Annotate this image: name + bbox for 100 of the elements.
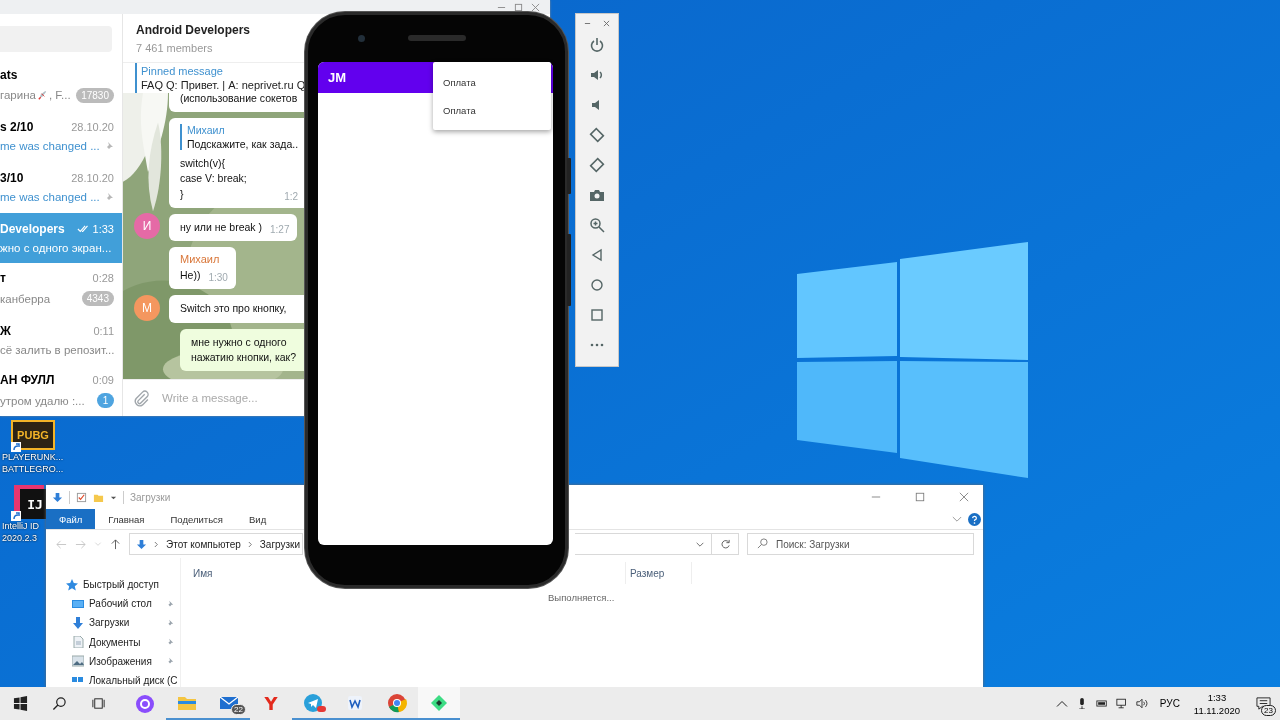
- nav-item[interactable]: Изображения: [89, 655, 161, 667]
- download-icon[interactable]: [52, 491, 63, 503]
- reply-text: Подскажите, как зада..: [187, 138, 299, 151]
- menu-item[interactable]: Оплата: [443, 76, 551, 88]
- ribbon-tab[interactable]: Вид: [236, 509, 280, 529]
- ribbon-tab[interactable]: Файл: [46, 509, 96, 529]
- chat-title: s 2/10: [0, 120, 35, 135]
- ribbon-tab[interactable]: Поделиться: [157, 509, 236, 529]
- notification-icon[interactable]: [1255, 696, 1271, 711]
- battery-icon[interactable]: [1095, 698, 1108, 709]
- desktop-icon: [72, 597, 84, 610]
- overview-icon[interactable]: [589, 307, 605, 323]
- language-indicator[interactable]: РУС: [1159, 698, 1180, 709]
- help-icon[interactable]: [968, 512, 981, 526]
- volume-up-icon[interactable]: [589, 67, 605, 83]
- chat-time: 28.10.20: [71, 172, 114, 185]
- chevron-down-icon[interactable]: [952, 515, 962, 523]
- up-arrow-icon[interactable]: [110, 538, 121, 550]
- image-icon: [72, 655, 84, 668]
- chat-preview: сё залить в репозит...: [0, 343, 115, 356]
- loading-text: Выполняется...: [548, 592, 615, 603]
- shortcut-arrow-icon: [11, 442, 21, 452]
- chevron-down-icon[interactable]: [695, 540, 705, 548]
- taskbar-app[interactable]: [418, 687, 460, 720]
- nav-item[interactable]: Загрузки: [89, 617, 161, 629]
- close-icon[interactable]: [603, 20, 610, 27]
- taskbar-app[interactable]: Y: [250, 687, 292, 720]
- chat-title: ats: [0, 67, 19, 82]
- camera-lens: [358, 35, 365, 42]
- chat-preview: me was changed ...: [0, 191, 100, 204]
- message-text: ну или не break ): [180, 219, 262, 235]
- power-icon[interactable]: [589, 37, 605, 53]
- message-text: мне нужно с одного нажатию кнопки, как?: [191, 334, 297, 365]
- nav-item[interactable]: Быстрый доступ: [83, 579, 180, 591]
- download-icon: [72, 616, 84, 629]
- nav-item[interactable]: Документы: [89, 636, 161, 648]
- chat-time: 0:09: [92, 374, 114, 386]
- breadcrumb[interactable]: Загрузки: [259, 538, 301, 550]
- address-field[interactable]: Этот компьютер Загрузки: [129, 533, 303, 555]
- chevron-up-icon[interactable]: [1055, 698, 1068, 709]
- chat-title: Developers: [0, 221, 66, 236]
- nav-item[interactable]: Рабочий стол: [89, 598, 161, 610]
- camera-icon[interactable]: [589, 187, 605, 203]
- rotate-left-icon[interactable]: [589, 127, 605, 143]
- rocket-icon: [36, 89, 48, 101]
- minimize-icon[interactable]: [584, 20, 591, 27]
- network-icon[interactable]: [1115, 698, 1128, 709]
- close-icon[interactable]: [959, 492, 969, 502]
- chat-time: 0:28: [92, 272, 114, 285]
- rotate-right-icon[interactable]: [589, 157, 605, 173]
- chat-title: 3/10: [0, 171, 25, 186]
- count-badge: 23: [1261, 705, 1276, 716]
- maximize-icon[interactable]: [915, 492, 925, 502]
- chevron-right-icon: [247, 540, 253, 548]
- volume-icon[interactable]: [1135, 698, 1148, 709]
- message-text: (использование сокетов: [180, 93, 298, 107]
- chat-list-item[interactable]: 3/10 28.10.20 me was changed ...: [0, 161, 122, 213]
- maximize-icon[interactable]: [514, 2, 523, 12]
- clock[interactable]: 1:33 11.11.2020: [1193, 691, 1240, 716]
- chevron-right-icon: [154, 540, 159, 548]
- windows-start-icon[interactable]: [13, 696, 28, 711]
- nav-item[interactable]: Локальный диск (С: [89, 674, 180, 686]
- breadcrumb[interactable]: Этот компьютер: [166, 538, 241, 550]
- chat-title: Android Developers: [136, 22, 252, 37]
- alice-icon: [135, 693, 155, 714]
- ribbon-tab[interactable]: Главная: [95, 509, 158, 529]
- star-icon: [66, 578, 78, 591]
- chat-list-item[interactable]: АН ФУЛЛ 0:09 утром удалю :... 1: [0, 365, 122, 416]
- taskbar-app[interactable]: 22: [208, 687, 250, 720]
- chat-time: 1:33: [92, 222, 114, 235]
- menu-item[interactable]: Оплата: [443, 104, 551, 116]
- studio-icon: [429, 692, 449, 713]
- search-icon[interactable]: [52, 696, 67, 711]
- chat-title: Ж: [0, 323, 12, 338]
- address-field[interactable]: [575, 533, 712, 555]
- chat-list-item[interactable]: ats гарина , F... 17830: [0, 59, 122, 111]
- chrome-icon: [387, 692, 407, 713]
- chat-list-item[interactable]: s 2/10 28.10.20 me was changed ...: [0, 110, 122, 162]
- message-text: Switch это про кнопку,: [180, 301, 287, 317]
- app-logo[interactable]: PUBG: [11, 420, 55, 450]
- app-title: JM: [328, 70, 347, 85]
- chat-preview: утром удалю :...: [0, 394, 85, 407]
- zoom-in-icon[interactable]: [589, 217, 605, 233]
- column-header[interactable]: Имя: [181, 567, 241, 579]
- search-field[interactable]: Поиск: Загрузки: [747, 533, 974, 555]
- chat-list-item[interactable]: т 0:28 канберра 4343: [0, 263, 122, 315]
- home-icon[interactable]: [589, 277, 605, 293]
- paperclip-icon[interactable]: [133, 389, 150, 407]
- refresh-button[interactable]: [711, 533, 739, 555]
- back-icon[interactable]: [589, 247, 605, 263]
- column-header[interactable]: Размер: [625, 562, 692, 584]
- chat-list-item[interactable]: Ж 0:11 сё залить в репозит...: [0, 314, 122, 366]
- refresh-icon: [719, 538, 731, 550]
- checkbox-icon[interactable]: [76, 491, 87, 503]
- unread-badge: 4343: [81, 291, 114, 307]
- message-time: 1:27: [270, 224, 290, 236]
- task-view-icon[interactable]: [91, 696, 106, 711]
- speaker-grille: [408, 35, 466, 41]
- close-icon[interactable]: [531, 2, 540, 12]
- chat-time: 0:11: [93, 324, 114, 337]
